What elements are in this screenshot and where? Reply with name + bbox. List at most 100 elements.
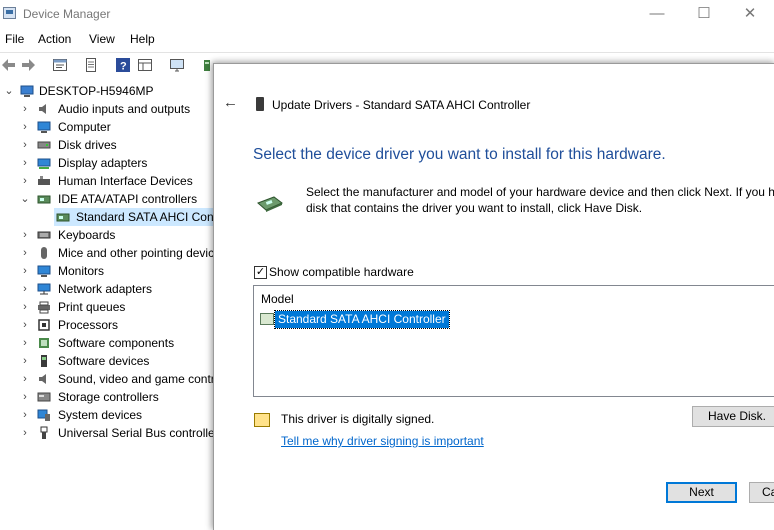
properties-icon[interactable] [52, 57, 68, 73]
back-arrow-icon[interactable]: ← [223, 94, 238, 111]
chevron-right-icon[interactable]: › [20, 352, 30, 370]
chevron-right-icon[interactable]: › [20, 244, 30, 262]
chevron-right-icon[interactable]: › [20, 316, 30, 334]
title-bar: Device Manager — ☐ ✕ [0, 0, 774, 30]
tree-item-label: Mice and other pointing devic [58, 246, 215, 260]
tree-item-label: Processors [58, 318, 119, 332]
scan-hardware-icon[interactable] [169, 57, 185, 73]
tree-item-label: System devices [58, 408, 143, 422]
menu-file[interactable]: File [5, 32, 24, 46]
software-device-icon [41, 355, 47, 367]
device-manager-icon [3, 7, 16, 19]
cancel-button[interactable]: Ca [749, 482, 774, 503]
mouse-icon [41, 247, 47, 259]
tree-item-label: Software devices [58, 354, 150, 368]
tree-item-selected[interactable]: Standard SATA AHCI Cont [54, 208, 217, 226]
dialog-heading: Select the device driver you want to ins… [253, 146, 666, 163]
model-column-header[interactable]: Model [261, 292, 294, 306]
show-compatible-checkbox[interactable]: ✓ [254, 266, 267, 279]
back-arrow-icon[interactable] [1, 57, 17, 73]
description-line-2: disk that contains the driver you want t… [306, 201, 643, 215]
certificate-icon [254, 413, 270, 427]
tree-item-label: Display adapters [58, 156, 148, 170]
show-compatible-label[interactable]: Show compatible hardware [269, 265, 414, 279]
hid-icon [38, 176, 50, 185]
chevron-right-icon[interactable]: › [20, 298, 30, 316]
network-icon [37, 283, 51, 295]
keyboard-icon [37, 231, 51, 239]
software-component-icon [39, 338, 49, 348]
display-adapter-icon [37, 158, 51, 169]
chevron-right-icon[interactable]: › [20, 334, 30, 352]
tree-item-label: Computer [58, 120, 111, 134]
chevron-right-icon[interactable]: › [20, 280, 30, 298]
chevron-down-icon[interactable]: ⌄ [20, 190, 30, 208]
tree-item-label: Audio inputs and outputs [58, 102, 191, 116]
tree-root-label: DESKTOP-H5946MP [39, 84, 154, 98]
chevron-right-icon[interactable]: › [20, 424, 30, 442]
signed-status-text: This driver is digitally signed. [281, 412, 435, 426]
have-disk-button[interactable]: Have Disk. [692, 406, 774, 427]
tree-item-label: Monitors [58, 264, 105, 278]
chevron-right-icon[interactable]: › [20, 136, 30, 154]
close-button[interactable]: ✕ [727, 0, 773, 28]
description-line-1: Select the manufacturer and model of you… [306, 185, 774, 199]
sata-controller-icon [56, 213, 70, 222]
menu-action[interactable]: Action [38, 32, 71, 46]
tree-item-label: Disk drives [58, 138, 117, 152]
dialog-title: Update Drivers - Standard SATA AHCI Cont… [272, 98, 531, 112]
tree-item-label: Sound, video and game contr [58, 372, 215, 386]
monitor-icon [37, 121, 51, 133]
hardware-board-icon [257, 196, 283, 212]
model-list[interactable]: Model Standard SATA AHCI Controller [253, 285, 774, 397]
tree-item-label: Print queues [58, 300, 126, 314]
monitor-icon [37, 265, 51, 277]
document-icon[interactable] [83, 57, 99, 73]
svg-text:?: ? [120, 61, 127, 73]
menu-view[interactable]: View [89, 32, 115, 46]
printer-icon [38, 301, 50, 314]
menu-bar: File Action View Help [0, 30, 774, 50]
update-drivers-dialog: ← Update Drivers - Standard SATA AHCI Co… [213, 63, 774, 530]
system-icon [37, 409, 50, 421]
maximize-button[interactable]: ☐ [681, 0, 727, 28]
tree-item-label: Keyboards [58, 228, 116, 242]
grid-view-icon[interactable] [137, 57, 153, 73]
device-tree: ⌄ DESKTOP-H5946MP › Audio inputs and out… [0, 82, 219, 529]
tree-item-label: Storage controllers [58, 390, 159, 404]
sound-icon [39, 374, 46, 384]
chevron-right-icon[interactable]: › [20, 226, 30, 244]
next-button[interactable]: Next [666, 482, 737, 503]
forward-arrow-icon[interactable] [20, 57, 36, 73]
window-title: Device Manager [23, 7, 111, 21]
chevron-right-icon[interactable]: › [20, 406, 30, 424]
usb-icon [40, 426, 48, 439]
tree-item-label: Standard SATA AHCI Cont [76, 210, 217, 224]
model-list-item-selected[interactable]: Standard SATA AHCI Controller [274, 310, 450, 329]
chevron-down-icon[interactable]: ⌄ [4, 82, 14, 100]
disk-drive-icon [37, 141, 51, 149]
menu-help[interactable]: Help [130, 32, 155, 46]
chevron-right-icon[interactable]: › [20, 388, 30, 406]
chevron-right-icon[interactable]: › [20, 370, 30, 388]
chevron-right-icon[interactable]: › [20, 118, 30, 136]
tree-item-label: Software components [58, 336, 175, 350]
driver-icon [260, 313, 274, 325]
chevron-right-icon[interactable]: › [20, 172, 30, 190]
tree-item-label: Universal Serial Bus controller [58, 426, 219, 440]
driver-device-icon [256, 97, 264, 111]
tree-item-label: Human Interface Devices [58, 174, 193, 188]
controller-icon [37, 195, 51, 204]
help-icon[interactable]: ? [115, 57, 131, 73]
chevron-right-icon[interactable]: › [20, 100, 30, 118]
dialog-description: Select the manufacturer and model of you… [306, 184, 774, 216]
chevron-right-icon[interactable]: › [20, 154, 30, 172]
driver-signing-link[interactable]: Tell me why driver signing is important [281, 434, 484, 448]
computer-icon [20, 85, 34, 97]
tree-item-label: IDE ATA/ATAPI controllers [58, 192, 198, 206]
storage-icon [37, 392, 51, 402]
minimize-button[interactable]: — [634, 0, 680, 28]
speaker-icon [39, 104, 46, 114]
chevron-right-icon[interactable]: › [20, 262, 30, 280]
processor-icon [38, 319, 50, 331]
